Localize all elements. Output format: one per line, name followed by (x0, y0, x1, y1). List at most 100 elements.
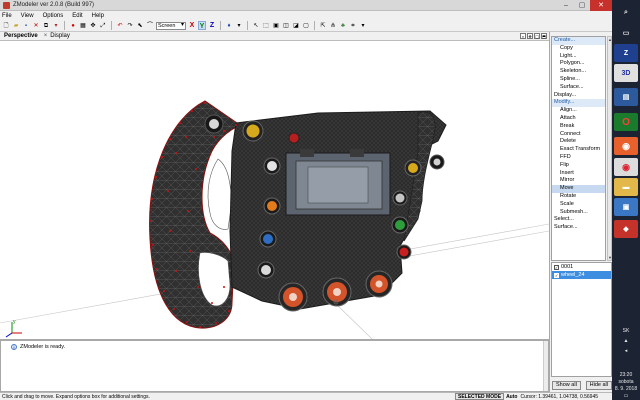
command-item[interactable]: Copy (552, 45, 605, 53)
lasso-icon[interactable]: ⌒ (146, 22, 154, 30)
chrome-taskbar-icon[interactable]: ◉ (614, 158, 638, 176)
command-item[interactable]: Light... (552, 53, 605, 61)
select-face-icon[interactable]: ◪ (292, 22, 300, 30)
store-taskbar-icon[interactable]: ▣ (614, 198, 638, 216)
menu-help[interactable]: Help (92, 13, 104, 19)
command-item[interactable]: Insert (552, 170, 605, 178)
open-folder-icon[interactable]: ▰ (12, 22, 20, 30)
object-list: ✓ 0001 ✓ wheel_24 (551, 262, 612, 377)
command-item[interactable]: Skeleton... (552, 68, 605, 76)
select-object-icon[interactable]: ▢ (302, 22, 310, 30)
axis-x-toggle[interactable]: X (188, 21, 196, 30)
select-edge-icon[interactable]: ◫ (282, 22, 290, 30)
material-icon[interactable]: ♣ (339, 22, 347, 30)
visibility-checkbox[interactable]: ✓ (554, 264, 559, 270)
app-taskbar-icon[interactable]: ◆ (614, 220, 638, 238)
copy-icon[interactable]: ⧉ (42, 22, 50, 30)
paste-icon[interactable]: ▾ (52, 22, 60, 30)
undo-icon[interactable]: ↶ (116, 22, 124, 30)
link-icon[interactable]: ⋔ (329, 22, 337, 30)
visibility-checkbox[interactable]: ✓ (554, 272, 559, 278)
command-item[interactable]: Break (552, 123, 605, 131)
command-item[interactable]: Exact Transform (552, 146, 605, 154)
command-item[interactable]: Select... (552, 216, 605, 224)
command-item[interactable]: Create... (552, 37, 605, 45)
opera-taskbar-icon[interactable]: O (614, 113, 638, 131)
3d-app-taskbar-icon[interactable]: 3D (614, 64, 638, 82)
object-item[interactable]: ✓ wheel_24 (552, 271, 611, 279)
command-item[interactable]: Modify... (552, 99, 605, 108)
dropdown-arrow-icon[interactable]: ▾ (235, 22, 243, 30)
viewport-display-menu[interactable]: Display (50, 33, 70, 39)
viewport-name[interactable]: Perspective (4, 33, 38, 39)
texture-icon[interactable]: ⌗ (349, 22, 357, 30)
command-item[interactable]: Rotate (552, 193, 605, 201)
volume-icon[interactable]: ◂ (612, 348, 640, 354)
menu-view[interactable]: View (21, 13, 34, 19)
clock-time[interactable]: 23:20 (612, 372, 640, 378)
command-item[interactable]: Spline... (552, 76, 605, 84)
select-rect-icon[interactable]: ⬚ (262, 22, 270, 30)
new-file-icon[interactable]: 🗋 (2, 22, 10, 30)
view-mode-select[interactable]: Screen (156, 21, 186, 30)
command-item[interactable]: Submesh... (552, 209, 605, 217)
hide-all-button[interactable]: Hide all (585, 381, 612, 390)
command-item[interactable]: Surface... (552, 84, 605, 92)
search-icon[interactable]: ⌕ (614, 4, 638, 22)
command-item[interactable]: Attach (552, 115, 605, 123)
command-item[interactable]: Polygon... (552, 60, 605, 68)
maximize-icon[interactable]: ▢ (574, 0, 590, 11)
save-icon[interactable]: ▪ (22, 22, 30, 30)
show-all-button[interactable]: Show all (552, 381, 581, 390)
command-item[interactable]: Mirror (552, 177, 605, 185)
close-icon[interactable]: ✕ (590, 0, 612, 11)
command-item[interactable]: Surface... (552, 224, 605, 232)
minimize-icon[interactable]: – (558, 0, 574, 11)
menu-edit[interactable]: Edit (72, 13, 82, 19)
command-label: Move (560, 185, 574, 192)
zmodeler-taskbar-icon[interactable]: Z (614, 44, 638, 62)
language-indicator[interactable]: SK (612, 328, 640, 334)
command-item[interactable]: Flip (552, 162, 605, 170)
selected-mode-button[interactable]: SELECTED MODE (455, 393, 505, 400)
notification-icon[interactable]: ▭ (612, 393, 640, 399)
zoom-icon[interactable]: ⌕ (520, 33, 526, 39)
maximize-viewport-icon[interactable]: ⬒ (541, 33, 547, 39)
firefox-taskbar-icon[interactable]: ◉ (614, 137, 638, 155)
viewport-close-icon[interactable]: × (44, 33, 48, 39)
redo-icon[interactable]: ↷ (126, 22, 134, 30)
move-icon[interactable]: ✥ (89, 22, 97, 30)
grid-icon[interactable]: ▦ (79, 22, 87, 30)
command-item[interactable]: Move (552, 185, 605, 193)
cut-icon[interactable]: ✕ (32, 22, 40, 30)
fit-icon[interactable]: ▢ (534, 33, 540, 39)
command-item[interactable]: Display... (552, 92, 605, 100)
select-vertex-icon[interactable]: ▣ (272, 22, 280, 30)
log-entry: i ZModeler is ready. (1, 341, 548, 350)
snap-icon[interactable]: ⇱ (319, 22, 327, 30)
menu-file[interactable]: File (2, 13, 12, 19)
command-item[interactable]: Delete (552, 138, 605, 146)
record-icon[interactable]: ● (69, 22, 77, 30)
pan-icon[interactable]: ✥ (527, 33, 533, 39)
folder-taskbar-icon[interactable]: ▬ (614, 178, 638, 196)
paint-bucket-icon[interactable]: ♦ (225, 22, 233, 30)
command-item[interactable]: Scale (552, 201, 605, 209)
select-pointer-icon[interactable]: ↖ (252, 22, 260, 30)
axis-z-toggle[interactable]: Z (208, 21, 216, 30)
select-arrow-icon[interactable]: ⬉ (136, 22, 144, 30)
menu-options[interactable]: Options (43, 13, 64, 19)
network-icon[interactable]: ▲ (612, 338, 640, 344)
auto-toggle[interactable]: Auto (506, 394, 517, 400)
viewport-3d[interactable]: y (0, 41, 549, 339)
explorer-taskbar-icon[interactable]: ▤ (614, 88, 638, 106)
command-item[interactable]: FFD (552, 154, 605, 162)
render-icon[interactable]: ▾ (359, 22, 367, 30)
scale-icon[interactable]: ⤢ (99, 22, 107, 30)
command-item[interactable]: Connect (552, 131, 605, 139)
log-scrollbar[interactable] (543, 341, 548, 391)
task-view-icon[interactable]: ▭ (614, 24, 638, 42)
command-item[interactable]: Align... (552, 107, 605, 115)
object-item[interactable]: ✓ 0001 (552, 263, 611, 271)
axis-y-toggle[interactable]: Y (198, 21, 206, 30)
